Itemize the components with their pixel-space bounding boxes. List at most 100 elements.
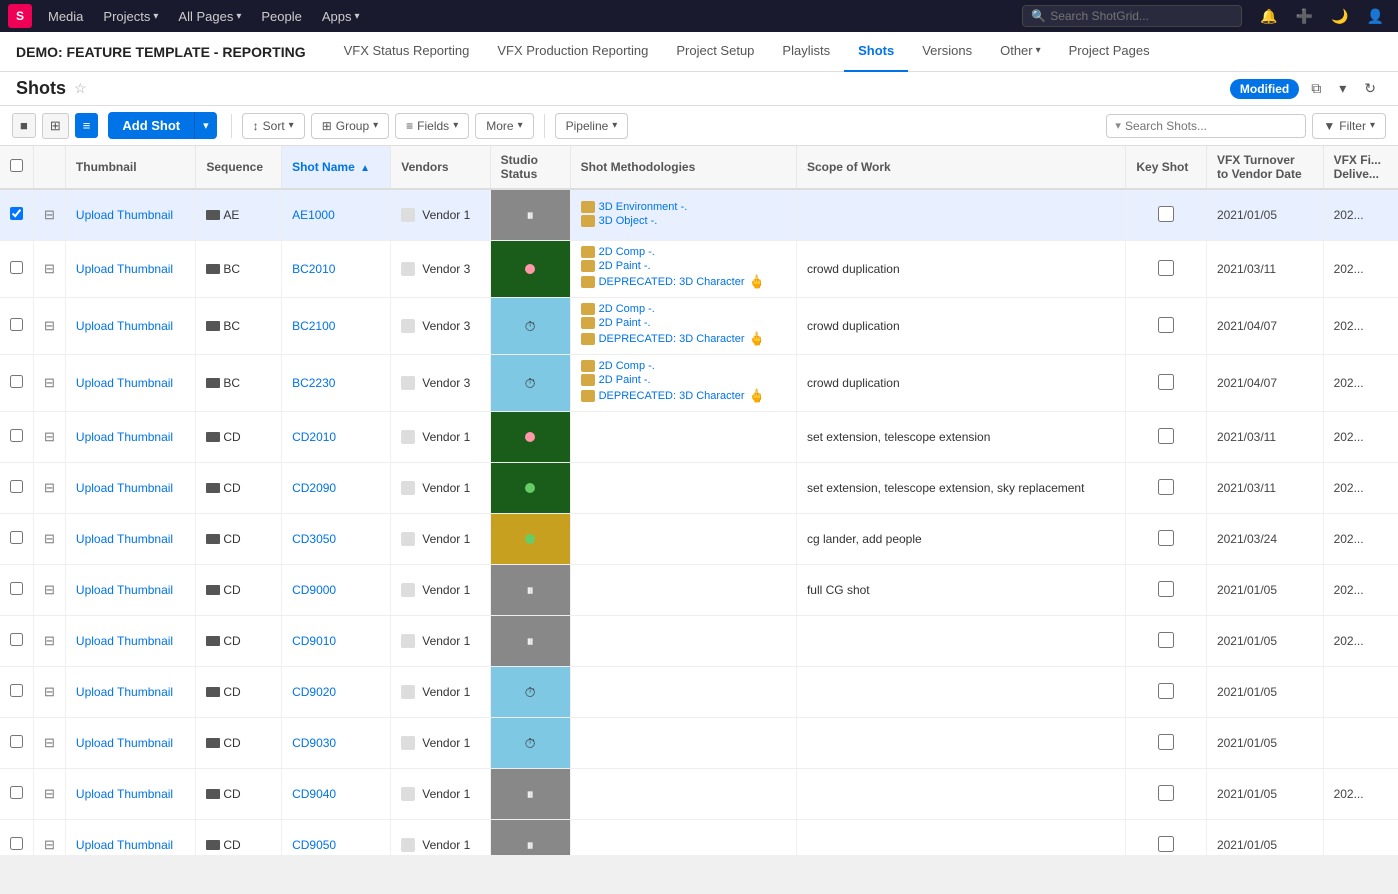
nav-playlists[interactable]: Playlists: [768, 32, 844, 72]
row-expand-button[interactable]: ⊟: [44, 735, 55, 751]
add-shot-button[interactable]: Add Shot: [108, 112, 194, 139]
more-button[interactable]: More ▾: [475, 113, 533, 139]
row-expand-button[interactable]: ⊟: [44, 261, 55, 277]
row-checkbox[interactable]: [10, 480, 23, 493]
shot-name-link[interactable]: CD2090: [292, 481, 336, 495]
nav-other[interactable]: Other ▾: [986, 32, 1055, 72]
row-checkbox[interactable]: [10, 582, 23, 595]
key-shot-checkbox[interactable]: [1158, 836, 1174, 852]
row-expand-button[interactable]: ⊟: [44, 480, 55, 496]
method-link[interactable]: 2D Paint -.: [599, 260, 651, 272]
row-select-cell[interactable]: [0, 412, 34, 463]
shot-name-link[interactable]: BC2230: [292, 376, 335, 390]
add-shot-dropdown-arrow[interactable]: ▾: [194, 112, 217, 139]
row-checkbox[interactable]: [10, 633, 23, 646]
key-shot-checkbox[interactable]: [1158, 428, 1174, 444]
row-select-cell[interactable]: [0, 241, 34, 298]
refresh-icon[interactable]: ↻: [1358, 78, 1382, 99]
method-link[interactable]: DEPRECATED: 3D Character: [599, 333, 745, 345]
method-link[interactable]: DEPRECATED: 3D Character: [599, 390, 745, 402]
shot-name-link[interactable]: CD9000: [292, 583, 336, 597]
header-shot-name[interactable]: Shot Name ▲: [282, 146, 391, 189]
key-shot-cell[interactable]: [1126, 820, 1207, 856]
row-select-cell[interactable]: [0, 769, 34, 820]
upload-thumbnail-link[interactable]: Upload Thumbnail: [76, 319, 173, 333]
nav-versions[interactable]: Versions: [908, 32, 986, 72]
view-options-icon[interactable]: ▾: [1333, 78, 1352, 99]
upload-thumbnail-link[interactable]: Upload Thumbnail: [76, 430, 173, 444]
header-thumbnail[interactable]: Thumbnail: [65, 146, 195, 189]
key-shot-cell[interactable]: [1126, 667, 1207, 718]
shots-search-dropdown-icon[interactable]: ▾: [1115, 119, 1121, 132]
upload-thumbnail-link[interactable]: Upload Thumbnail: [76, 532, 173, 546]
key-shot-checkbox[interactable]: [1158, 206, 1174, 222]
nav-apps[interactable]: Apps ▾: [314, 5, 368, 28]
key-shot-cell[interactable]: [1126, 616, 1207, 667]
detail-view-button[interactable]: ≡: [75, 113, 99, 138]
fields-button[interactable]: ≡ Fields ▾: [395, 113, 469, 139]
copy-view-icon[interactable]: ⧉: [1305, 78, 1327, 99]
shot-name-link[interactable]: BC2010: [292, 262, 335, 276]
upload-thumbnail-link[interactable]: Upload Thumbnail: [76, 736, 173, 750]
key-shot-cell[interactable]: [1126, 769, 1207, 820]
method-link[interactable]: 2D Paint -.: [599, 317, 651, 329]
key-shot-checkbox[interactable]: [1158, 530, 1174, 546]
key-shot-checkbox[interactable]: [1158, 734, 1174, 750]
key-shot-checkbox[interactable]: [1158, 260, 1174, 276]
shots-table-container[interactable]: Thumbnail Sequence Shot Name ▲ Vendors S…: [0, 146, 1398, 855]
list-view-button[interactable]: ■: [12, 113, 36, 138]
header-vendors[interactable]: Vendors: [391, 146, 490, 189]
shot-name-link[interactable]: AE1000: [292, 208, 335, 222]
row-expand-button[interactable]: ⊟: [44, 684, 55, 700]
method-link[interactable]: 2D Paint -.: [599, 374, 651, 386]
row-checkbox[interactable]: [10, 207, 23, 220]
nav-all-pages[interactable]: All Pages ▾: [170, 5, 249, 28]
header-vfx-turnover[interactable]: VFX Turnoverto Vendor Date: [1206, 146, 1323, 189]
header-select-all[interactable]: [0, 146, 34, 189]
shot-name-link[interactable]: CD9020: [292, 685, 336, 699]
shot-name-link[interactable]: CD9040: [292, 787, 336, 801]
shot-name-link[interactable]: CD2010: [292, 430, 336, 444]
key-shot-checkbox[interactable]: [1158, 683, 1174, 699]
row-checkbox[interactable]: [10, 261, 23, 274]
row-expand-button[interactable]: ⊟: [44, 318, 55, 334]
key-shot-cell[interactable]: [1126, 412, 1207, 463]
row-select-cell[interactable]: [0, 298, 34, 355]
row-expand-button[interactable]: ⊟: [44, 582, 55, 598]
shot-name-link[interactable]: CD9050: [292, 838, 336, 852]
upload-thumbnail-link[interactable]: Upload Thumbnail: [76, 787, 173, 801]
key-shot-checkbox[interactable]: [1158, 317, 1174, 333]
row-expand-button[interactable]: ⊟: [44, 429, 55, 445]
row-select-cell[interactable]: [0, 565, 34, 616]
key-shot-cell[interactable]: [1126, 189, 1207, 241]
header-shot-methodologies[interactable]: Shot Methodologies: [570, 146, 796, 189]
method-link[interactable]: 3D Object -.: [599, 215, 658, 227]
shot-name-link[interactable]: CD9010: [292, 634, 336, 648]
row-select-cell[interactable]: [0, 189, 34, 241]
nav-project-pages[interactable]: Project Pages: [1055, 32, 1164, 72]
method-link[interactable]: DEPRECATED: 3D Character: [599, 276, 745, 288]
method-link[interactable]: 3D Environment -.: [599, 201, 688, 213]
add-icon[interactable]: ➕: [1290, 6, 1319, 27]
row-select-cell[interactable]: [0, 463, 34, 514]
header-studio-status[interactable]: StudioStatus: [490, 146, 570, 189]
filter-button[interactable]: ▼ Filter ▾: [1312, 113, 1386, 139]
key-shot-checkbox[interactable]: [1158, 374, 1174, 390]
upload-thumbnail-link[interactable]: Upload Thumbnail: [76, 262, 173, 276]
theme-icon[interactable]: 🌙: [1325, 6, 1354, 27]
upload-thumbnail-link[interactable]: Upload Thumbnail: [76, 481, 173, 495]
header-vfx-first-delivery[interactable]: VFX Fi...Delive...: [1323, 146, 1398, 189]
key-shot-cell[interactable]: [1126, 298, 1207, 355]
select-all-checkbox[interactable]: [10, 159, 23, 172]
row-expand-button[interactable]: ⊟: [44, 531, 55, 547]
shot-name-link[interactable]: CD3050: [292, 532, 336, 546]
row-checkbox[interactable]: [10, 786, 23, 799]
key-shot-cell[interactable]: [1126, 565, 1207, 616]
nav-projects[interactable]: Projects ▾: [95, 5, 166, 28]
row-checkbox[interactable]: [10, 837, 23, 850]
key-shot-cell[interactable]: [1126, 718, 1207, 769]
nav-vfx-status[interactable]: VFX Status Reporting: [330, 32, 484, 72]
key-shot-cell[interactable]: [1126, 514, 1207, 565]
grid-view-button[interactable]: ⊞: [42, 113, 69, 139]
row-checkbox[interactable]: [10, 429, 23, 442]
